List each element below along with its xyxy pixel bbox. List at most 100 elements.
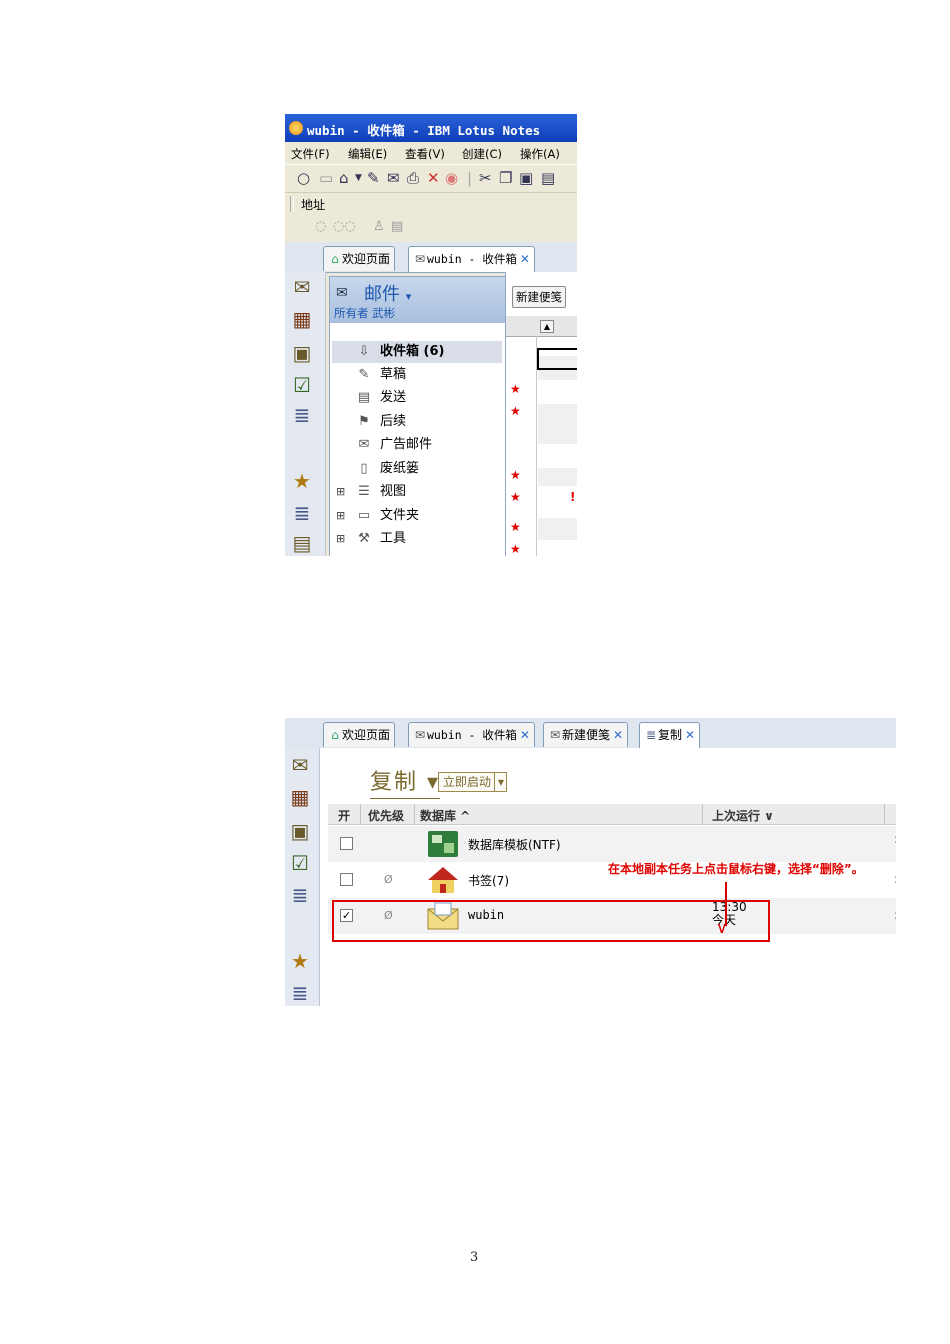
more-bookmark-icon[interactable]: ▤ bbox=[289, 530, 315, 556]
address-bar: 地址 bbox=[285, 192, 577, 215]
dropdown-icon[interactable]: ▼ bbox=[355, 169, 362, 187]
nav-item-views[interactable]: ⊞ ☰ 视图 bbox=[332, 481, 502, 503]
menu-edit[interactable]: 编辑(E) bbox=[348, 146, 387, 162]
close-icon[interactable]: ✕ bbox=[685, 728, 695, 742]
tab-bar: ⌂ 欢迎页面 ✉ wubin - 收件箱 ✕ bbox=[285, 242, 577, 273]
mail-icon: ✉ bbox=[414, 252, 426, 266]
message-list: 新建便笺 ▲ ★ ★ ★ ★ ★ ★ ! bbox=[505, 272, 577, 556]
favorites-bookmark-icon[interactable]: ★ bbox=[287, 948, 313, 974]
save-icon[interactable]: ▭ bbox=[319, 169, 333, 187]
window-title: wubin - 收件箱 - IBM Lotus Notes bbox=[307, 123, 541, 138]
contacts-bookmark-icon[interactable]: ▣ bbox=[287, 818, 313, 844]
annotation-text: 在本地副本任务上点击鼠标右键，选择“删除”。 bbox=[608, 862, 864, 876]
nav-item-folders[interactable]: ⊞ ▭ 文件夹 bbox=[332, 505, 502, 527]
new-memo-button[interactable]: 新建便笺 bbox=[512, 286, 566, 308]
cut-icon[interactable]: ✂ bbox=[479, 169, 492, 187]
sort-ascending-icon[interactable]: ▲ bbox=[540, 320, 554, 333]
contacts-bookmark-icon[interactable]: ▣ bbox=[289, 340, 315, 366]
navigator-title[interactable]: 邮件 ▾ bbox=[364, 280, 411, 306]
database-name: 书签(7) bbox=[468, 874, 509, 888]
navigator-owner: 所有者 武彬 bbox=[334, 306, 396, 320]
replication-bookmark-icon[interactable]: ≣ bbox=[289, 402, 315, 428]
table-row[interactable]: 数据库模板(NTF) bbox=[328, 826, 896, 862]
junk-icon: ✉ bbox=[358, 437, 370, 452]
lotus-notes-logo-icon bbox=[289, 121, 303, 135]
tab-inbox[interactable]: ✉ wubin - 收件箱 ✕ bbox=[408, 246, 535, 272]
calendar-bookmark-icon[interactable]: ▦ bbox=[287, 784, 313, 810]
column-divider bbox=[702, 804, 703, 824]
print-icon[interactable]: ⎙ bbox=[407, 169, 419, 187]
replicate-icon: ≣ bbox=[645, 728, 657, 742]
home-icon: ⌂ bbox=[331, 252, 339, 266]
forward-icon[interactable]: ✉ bbox=[387, 169, 400, 187]
memo-icon: ✉ bbox=[549, 728, 561, 742]
tab-new-memo[interactable]: ✉ 新建便笺 ✕ bbox=[543, 722, 629, 747]
favorites-bookmark-icon[interactable]: ★ bbox=[289, 468, 315, 494]
list-row[interactable] bbox=[538, 468, 577, 486]
edit-icon[interactable]: ✎ bbox=[367, 169, 380, 187]
todo-bookmark-icon[interactable]: ☑ bbox=[287, 850, 313, 876]
bookmark-house-icon bbox=[428, 867, 458, 893]
open-icon[interactable]: ⌂ bbox=[339, 169, 349, 187]
col-database[interactable]: 数据库 ^ bbox=[420, 807, 470, 824]
paste-special-icon[interactable]: ▤ bbox=[541, 169, 555, 187]
refresh-icon[interactable]: ○ bbox=[297, 169, 310, 187]
nav-item-junk[interactable]: ✉ 广告邮件 bbox=[332, 434, 502, 456]
globe-icon[interactable]: ◉ bbox=[445, 169, 458, 187]
tab-welcome[interactable]: ⌂ 欢迎页面 bbox=[323, 722, 396, 747]
delete-icon[interactable]: ✕ bbox=[427, 169, 440, 187]
nav-item-drafts[interactable]: ✎ 草稿 bbox=[332, 364, 502, 386]
list-row[interactable] bbox=[538, 404, 577, 444]
enable-checkbox[interactable] bbox=[340, 837, 353, 850]
menu-file[interactable]: 文件(F) bbox=[291, 146, 330, 162]
todo-bookmark-icon[interactable]: ☑ bbox=[289, 372, 315, 398]
replication-grid: 开 优先级 数据库 ^ 上次运行 ∨ 数据库模板(NTF) Ø 书签(7) ✓ … bbox=[320, 748, 896, 1006]
close-icon[interactable]: ✕ bbox=[520, 728, 530, 742]
menu-actions[interactable]: 操作(A) bbox=[520, 146, 560, 162]
tab-label: 新建便笺 bbox=[562, 728, 611, 742]
tab-inbox[interactable]: ✉ wubin - 收件箱 ✕ bbox=[408, 722, 535, 747]
folder-icon: ▭ bbox=[357, 508, 371, 523]
expand-icon[interactable]: ⊞ bbox=[336, 481, 345, 503]
nav-item-trash[interactable]: ▯ 废纸篓 bbox=[332, 458, 502, 480]
tab-replication[interactable]: ≣ 复制 ✕ bbox=[639, 722, 701, 748]
menu-create[interactable]: 创建(C) bbox=[462, 146, 502, 162]
expand-icon[interactable]: ⊞ bbox=[336, 505, 345, 527]
databases-bookmark-icon[interactable]: ≣ bbox=[289, 500, 315, 526]
toolbar: ○ ▭ ⌂ ▼ ✎ ✉ ⎙ ✕ ◉ | ✂ ❐ ▣ ▤ bbox=[285, 164, 577, 193]
tab-bar: ⌂ 欢迎页面 ✉ wubin - 收件箱 ✕ ✉ 新建便笺 ✕ ≣ 复制 ✕ bbox=[285, 718, 896, 749]
close-icon[interactable]: ✕ bbox=[520, 252, 530, 266]
copy-icon[interactable]: ❐ bbox=[499, 169, 512, 187]
col-priority[interactable]: 优先级 bbox=[368, 807, 404, 824]
nav-item-tools[interactable]: ⊞ ⚒ 工具 bbox=[332, 528, 502, 550]
sent-icon: ▤ bbox=[357, 390, 371, 405]
priority-mark-icon: ! bbox=[570, 490, 576, 504]
tab-welcome[interactable]: ⌂ 欢迎页面 bbox=[323, 246, 396, 271]
nav-item-followup[interactable]: ⚑ 后续 bbox=[332, 411, 502, 433]
databases-bookmark-icon[interactable]: ≣ bbox=[287, 980, 313, 1006]
col-last-run[interactable]: 上次运行 ∨ bbox=[712, 807, 774, 824]
calendar-bookmark-icon[interactable]: ▦ bbox=[289, 306, 315, 332]
menu-view[interactable]: 查看(V) bbox=[405, 146, 445, 162]
unread-star-icon: ★ bbox=[510, 382, 521, 396]
person-icon[interactable]: ♙ bbox=[373, 219, 385, 234]
replication-bookmark-icon[interactable]: ≣ bbox=[287, 882, 313, 908]
nav-item-inbox[interactable]: ⇩ 收件箱 (6) bbox=[332, 341, 502, 363]
database-name: 数据库模板(NTF) bbox=[468, 838, 561, 852]
expand-icon[interactable]: ⊞ bbox=[336, 528, 345, 550]
chat-icon[interactable]: ◌ bbox=[315, 219, 326, 234]
document-icon[interactable]: ▤ bbox=[391, 219, 403, 234]
close-icon[interactable]: ✕ bbox=[613, 728, 623, 742]
view-icon: ☰ bbox=[358, 484, 370, 499]
mail-bookmark-icon[interactable]: ✉ bbox=[289, 274, 315, 300]
highlight-box bbox=[332, 900, 770, 942]
nav-item-sent[interactable]: ▤ 发送 bbox=[332, 387, 502, 409]
mail-bookmark-icon[interactable]: ✉ bbox=[287, 752, 313, 778]
paste-icon[interactable]: ▣ bbox=[519, 169, 533, 187]
chat-group-icon[interactable]: ◌◌ bbox=[333, 219, 356, 234]
selection-cursor bbox=[537, 348, 577, 370]
list-row[interactable] bbox=[538, 518, 577, 540]
col-enabled[interactable]: 开 bbox=[338, 807, 350, 824]
unread-star-icon: ★ bbox=[510, 468, 521, 482]
enable-checkbox[interactable] bbox=[340, 873, 353, 886]
